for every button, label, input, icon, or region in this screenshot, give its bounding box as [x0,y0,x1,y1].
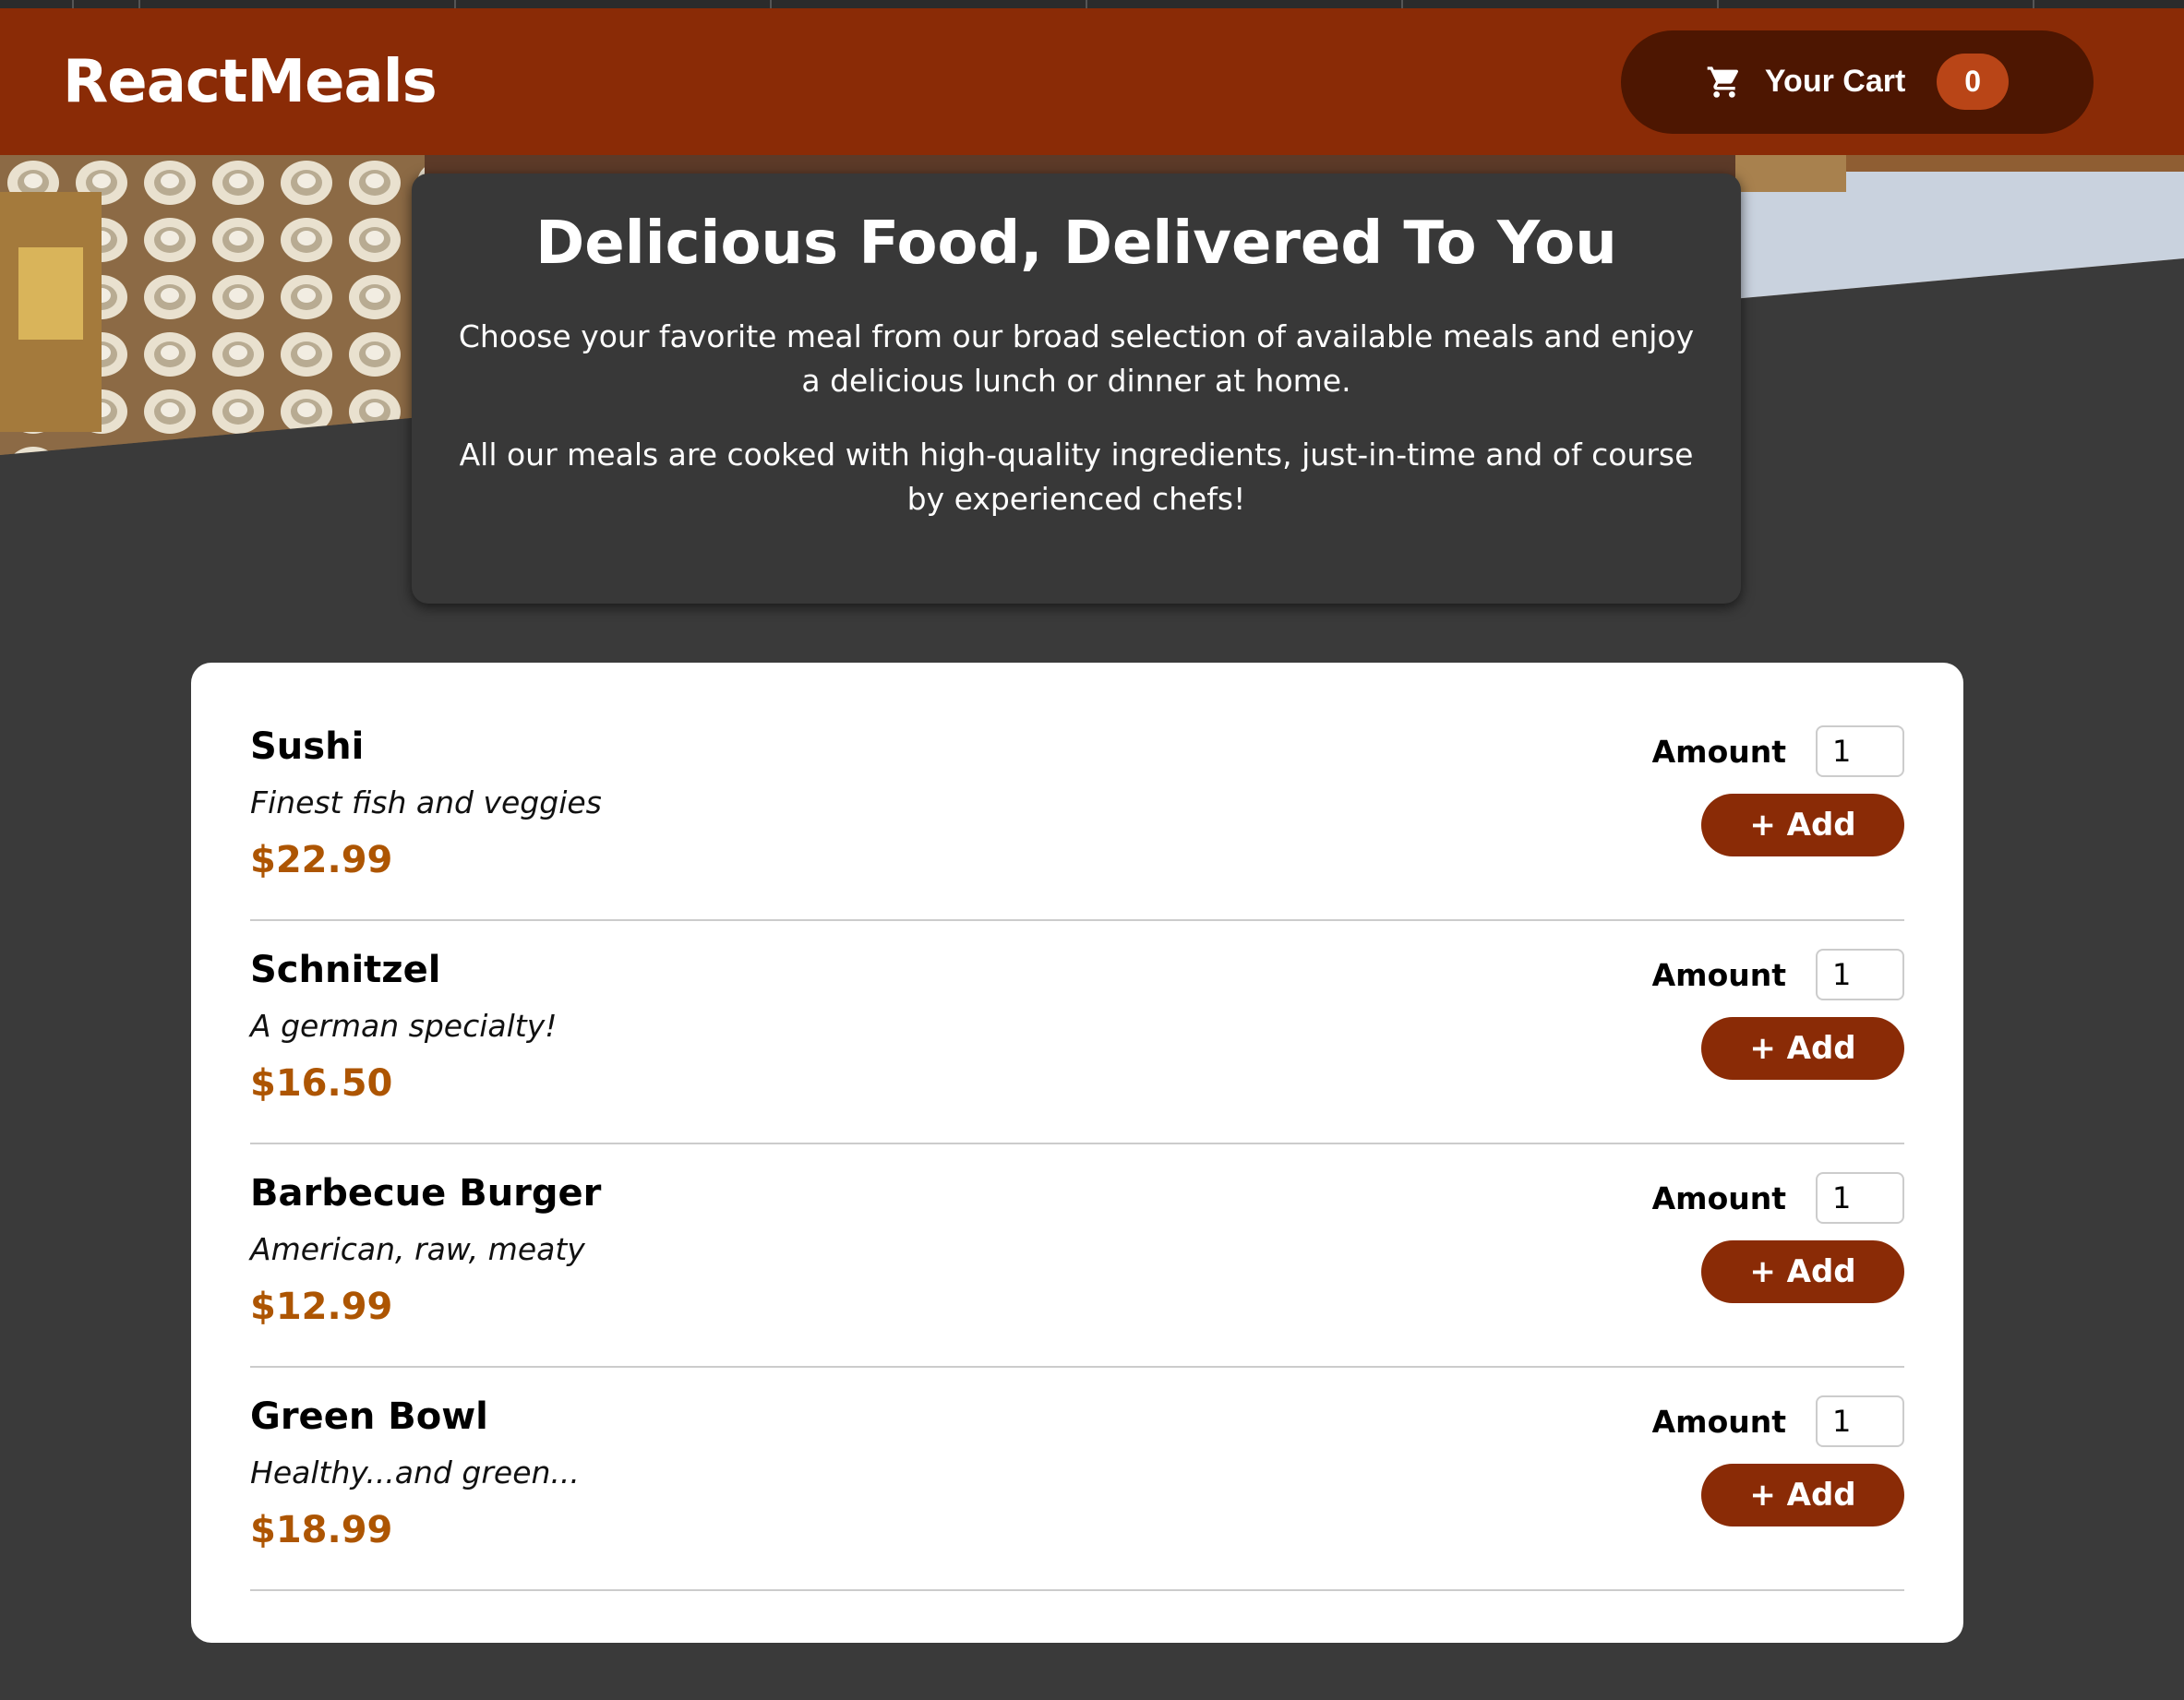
amount-label: Amount [1651,1179,1786,1216]
summary-paragraph-2: All our meals are cooked with high-quali… [459,436,1694,517]
meal-form: Amount + Add [1652,1395,1904,1526]
cart-count-badge: 0 [1937,54,2010,110]
cart-label: Your Cart [1764,64,1906,99]
meal-description: Finest fish and veggies [250,784,602,820]
meal-description: American, raw, meaty [250,1231,585,1267]
amount-label: Amount [1651,1403,1786,1440]
app-logo: ReactMeals [63,47,438,116]
meal-info: Green Bowl Healthy...and green... $18.99 [250,1395,580,1551]
meal-name: Barbecue Burger [250,1172,602,1215]
cart-icon [1706,64,1743,101]
summary-card: Delicious Food, Delivered To You Choose … [412,174,1741,604]
list-item: Schnitzel A german specialty! $16.50 Amo… [250,921,1904,1144]
list-item: Green Bowl Healthy...and green... $18.99… [250,1368,1904,1591]
add-button[interactable]: + Add [1701,1240,1904,1303]
amount-label: Amount [1651,956,1786,993]
meal-price: $18.99 [250,1509,393,1551]
app-header: ReactMeals Your Cart 0 [0,8,2184,155]
amount-row: Amount [1652,949,1904,1000]
amount-row: Amount [1652,725,1904,777]
meal-price: $16.50 [250,1062,393,1105]
cart-button[interactable]: Your Cart 0 [1621,30,2094,134]
list-item: Barbecue Burger American, raw, meaty $12… [250,1144,1904,1368]
summary-title: Delicious Food, Delivered To You [535,210,1617,278]
meal-form: Amount + Add [1652,1172,1904,1303]
amount-input[interactable] [1816,949,1904,1000]
add-button[interactable]: + Add [1701,1464,1904,1526]
meal-name: Sushi [250,725,365,768]
meals-list: Sushi Finest fish and veggies $22.99 Amo… [191,663,1963,1643]
amount-row: Amount [1652,1172,1904,1224]
amount-input[interactable] [1816,1395,1904,1447]
list-item: Sushi Finest fish and veggies $22.99 Amo… [250,698,1904,921]
top-strip [0,0,2184,8]
meal-form: Amount + Add [1652,725,1904,856]
meal-form: Amount + Add [1652,949,1904,1080]
meal-price: $12.99 [250,1286,393,1328]
add-button[interactable]: + Add [1701,794,1904,856]
amount-row: Amount [1652,1395,1904,1447]
meal-info: Sushi Finest fish and veggies $22.99 [250,725,602,881]
meal-name: Schnitzel [250,949,441,991]
add-button[interactable]: + Add [1701,1017,1904,1080]
meal-info: Barbecue Burger American, raw, meaty $12… [250,1172,601,1328]
amount-input[interactable] [1816,1172,1904,1224]
meal-description: A german specialty! [250,1008,558,1044]
meal-price: $22.99 [250,839,393,881]
meal-info: Schnitzel A german specialty! $16.50 [250,949,558,1105]
summary-paragraph-1: Choose your favorite meal from our broad… [458,317,1695,399]
meal-name: Green Bowl [250,1395,488,1438]
amount-input[interactable] [1816,725,1904,777]
app-page: ReactMeals Your Cart 0 Delicious Food, D… [0,0,2184,1700]
amount-label: Amount [1651,733,1786,770]
meal-description: Healthy...and green... [250,1455,580,1490]
